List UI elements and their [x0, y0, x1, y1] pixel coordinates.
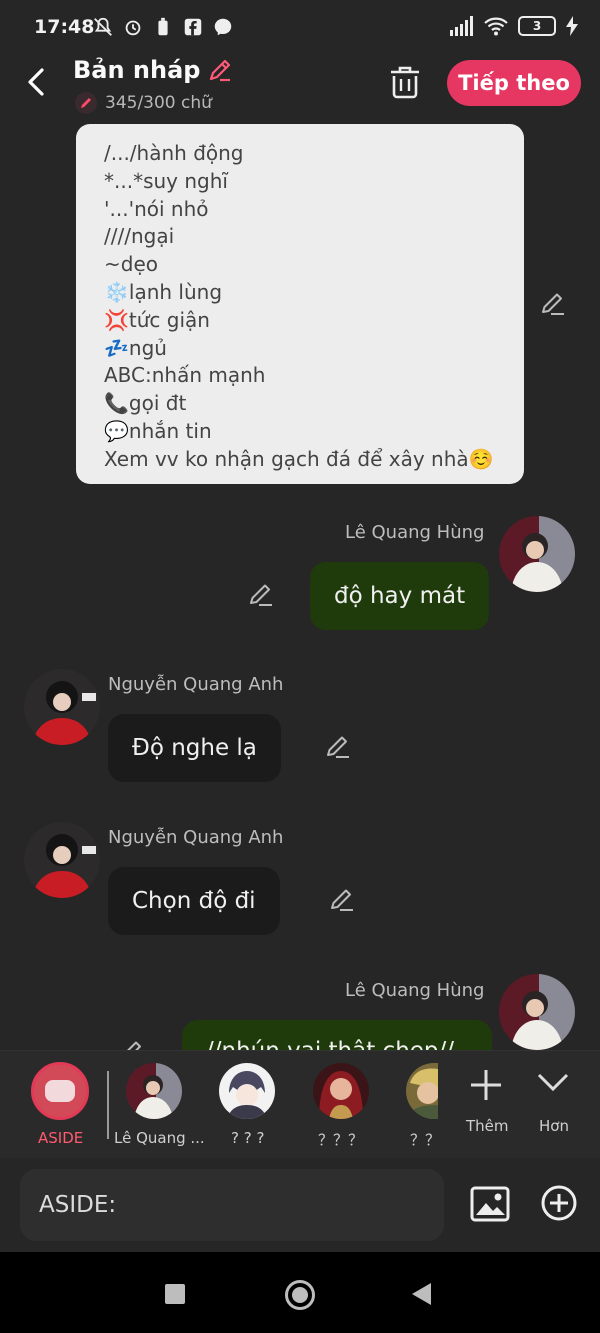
page-title-text: Bản nháp — [73, 56, 201, 84]
page-title: Bản nháp — [73, 56, 234, 84]
add-circle-icon[interactable] — [540, 1184, 578, 1222]
aside-label: ASIDE — [38, 1129, 84, 1147]
note-line: Xem vv ko nhận gạch đá để xây nhà☺️ — [104, 446, 494, 471]
note-line: 💤ngủ — [104, 335, 167, 360]
image-icon[interactable] — [470, 1184, 510, 1224]
recents-icon[interactable] — [165, 1284, 185, 1304]
note-line: ~dẹo — [104, 252, 158, 277]
avatar-nguyen-quang-anh[interactable] — [24, 822, 100, 898]
plus-icon[interactable] — [466, 1065, 506, 1105]
trash-icon[interactable] — [388, 64, 422, 100]
word-count: 345/300 chữ — [105, 93, 212, 113]
note-line: ❄️lạnh lùng — [104, 279, 223, 304]
sender-name: Nguyễn Quang Anh — [108, 674, 284, 695]
edit-pencil-icon[interactable] — [539, 290, 567, 318]
status-time: 17:48 — [34, 16, 95, 38]
app-header: Bản nháp 345/300 chữ Tiếp theo — [0, 56, 600, 122]
battery-saver-icon — [158, 17, 168, 36]
system-nav-bar — [0, 1252, 600, 1333]
note-line: 💬nhắn tin — [104, 418, 212, 443]
message-bubble[interactable]: Chọn độ đi — [108, 867, 280, 935]
character-label: Lê Quang ... — [114, 1129, 205, 1147]
avatar-nguyen-quang-anh[interactable] — [24, 669, 100, 745]
character-avatar-4[interactable] — [406, 1063, 438, 1119]
alarm-icon — [125, 20, 141, 36]
avatar-le-quang-hung[interactable] — [499, 516, 575, 592]
note-line: ABC:nhấn mạnh — [104, 363, 266, 388]
edit-badge-icon — [75, 92, 97, 114]
add-character-label[interactable]: Thêm — [466, 1117, 509, 1135]
wifi-icon — [484, 17, 508, 36]
character-avatar-2[interactable] — [219, 1063, 275, 1119]
edit-pencil-icon[interactable] — [247, 581, 275, 609]
note-line: ////ngại — [104, 224, 175, 249]
sender-name: Lê Quang Hùng — [345, 980, 485, 1001]
expand-label[interactable]: Hơn — [539, 1117, 569, 1135]
messenger-icon — [214, 18, 232, 36]
character-label: ? ? ? — [231, 1129, 265, 1147]
pencil-icon[interactable] — [206, 56, 234, 84]
message-input[interactable]: ASIDE: — [20, 1169, 444, 1241]
character-label: ？？ — [410, 1131, 441, 1149]
input-bar: ASIDE: — [0, 1158, 600, 1252]
character-label: ？？？ — [318, 1131, 364, 1149]
next-button[interactable]: Tiếp theo — [447, 60, 581, 106]
mute-bell-icon — [94, 17, 112, 36]
note-line: 💢tức giận — [104, 307, 210, 332]
note-line: /.../hành động — [104, 141, 244, 165]
divider — [107, 1071, 109, 1139]
edit-pencil-icon[interactable] — [328, 886, 356, 914]
sender-name: Nguyễn Quang Anh — [108, 827, 284, 848]
character-avatar-3[interactable] — [313, 1063, 369, 1119]
sender-name: Lê Quang Hùng — [345, 522, 485, 543]
facebook-icon — [184, 18, 202, 36]
charging-icon — [566, 16, 578, 36]
message-bubble[interactable]: độ hay mát — [310, 562, 490, 630]
status-bar: 17:48 3 — [0, 0, 600, 56]
note-line: '...'nói nhỏ — [104, 196, 209, 221]
note-line: *...*suy nghĩ — [104, 168, 228, 193]
character-avatar-le-quang-hung[interactable] — [126, 1063, 182, 1119]
signal-icon — [450, 16, 473, 36]
edit-pencil-icon[interactable] — [324, 733, 352, 761]
avatar-le-quang-hung[interactable] — [499, 974, 575, 1050]
note-line: 📞gọi đt — [104, 391, 187, 416]
chat-bubble-icon — [45, 1080, 75, 1102]
chat-scroll-area[interactable]: /.../hành động *...*suy nghĩ '...'nói nh… — [0, 122, 600, 1050]
system-status: 3 — [450, 16, 578, 36]
back-triangle-icon[interactable] — [412, 1283, 431, 1305]
chat-draft-screen: 17:48 3 Bản nháp 345/300 chữ Tiếp theo /… — [0, 0, 600, 1333]
word-count-row: 345/300 chữ — [75, 92, 212, 114]
battery-indicator: 3 — [518, 16, 556, 36]
aside-button[interactable] — [31, 1062, 89, 1120]
note-message-card[interactable]: /.../hành động *...*suy nghĩ '...'nói nh… — [76, 124, 524, 484]
character-selector: ASIDE Lê Quang ... ? ? ? ？？？ ？？ Thêm Hơn — [0, 1050, 600, 1158]
notification-icons — [92, 16, 234, 38]
home-icon[interactable] — [285, 1280, 315, 1310]
chevron-down-icon[interactable] — [536, 1071, 570, 1093]
message-bubble[interactable]: //nhún vai thật chẹp// — [182, 1020, 492, 1050]
edit-pencil-icon[interactable] — [118, 1038, 146, 1050]
back-arrow-icon[interactable] — [22, 66, 52, 98]
message-bubble[interactable]: Độ nghe lạ — [108, 714, 281, 782]
